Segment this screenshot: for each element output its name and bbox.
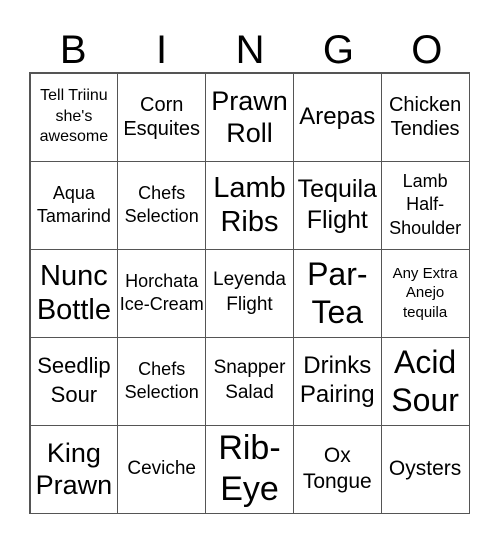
bingo-cell[interactable]: Nunc Bottle — [29, 248, 119, 338]
bingo-cell[interactable]: Chicken Tendies — [380, 72, 470, 162]
header-letter-o: O — [411, 28, 443, 72]
header-letter-b: B — [59, 28, 87, 72]
bingo-cell[interactable]: Lamb Half-Shoulder — [380, 160, 470, 250]
bingo-cell[interactable]: Prawn Roll — [205, 72, 294, 162]
bingo-cell[interactable]: Tequila Flight — [292, 160, 382, 250]
bingo-cell[interactable]: Corn Esquites — [117, 72, 207, 162]
bingo-cell[interactable]: Aqua Tamarind — [29, 160, 119, 250]
header-letter-g: G — [322, 28, 354, 72]
bingo-cell[interactable]: Seedlip Sour — [29, 336, 119, 426]
bingo-cell[interactable]: Drinks Pairing — [292, 336, 382, 426]
bingo-cell[interactable]: Horchata Ice-Cream — [117, 248, 207, 338]
bingo-cell[interactable]: Oysters — [380, 424, 470, 514]
bingo-cell[interactable]: Chefs Selection — [117, 336, 207, 426]
bingo-cell[interactable]: Acid Sour — [380, 336, 470, 426]
bingo-cell[interactable]: Rib-Eye — [205, 424, 294, 514]
header-letter-i: I — [156, 28, 168, 72]
bingo-cell[interactable]: Par-Tea — [292, 248, 382, 338]
header-letter-n: N — [235, 28, 265, 72]
bingo-cell[interactable]: Snapper Salad — [205, 336, 294, 426]
bingo-cell[interactable]: Lamb Ribs — [205, 160, 294, 250]
bingo-cell[interactable]: Tell Triinu she's awesome — [29, 72, 119, 162]
bingo-grid: Tell Triinu she's awesome Corn Esquites … — [29, 72, 470, 514]
bingo-cell[interactable]: Any Extra Anejo tequila — [380, 248, 470, 338]
bingo-cell[interactable]: Chefs Selection — [117, 160, 207, 250]
bingo-cell[interactable]: Leyenda Flight — [205, 248, 294, 338]
bingo-cell[interactable]: King Prawn — [29, 424, 119, 514]
bingo-cell[interactable]: Arepas — [292, 72, 382, 162]
bingo-header: B I N G O — [29, 28, 471, 72]
bingo-cell[interactable]: Ox Tongue — [292, 424, 382, 514]
bingo-cell[interactable]: Ceviche — [117, 424, 207, 514]
